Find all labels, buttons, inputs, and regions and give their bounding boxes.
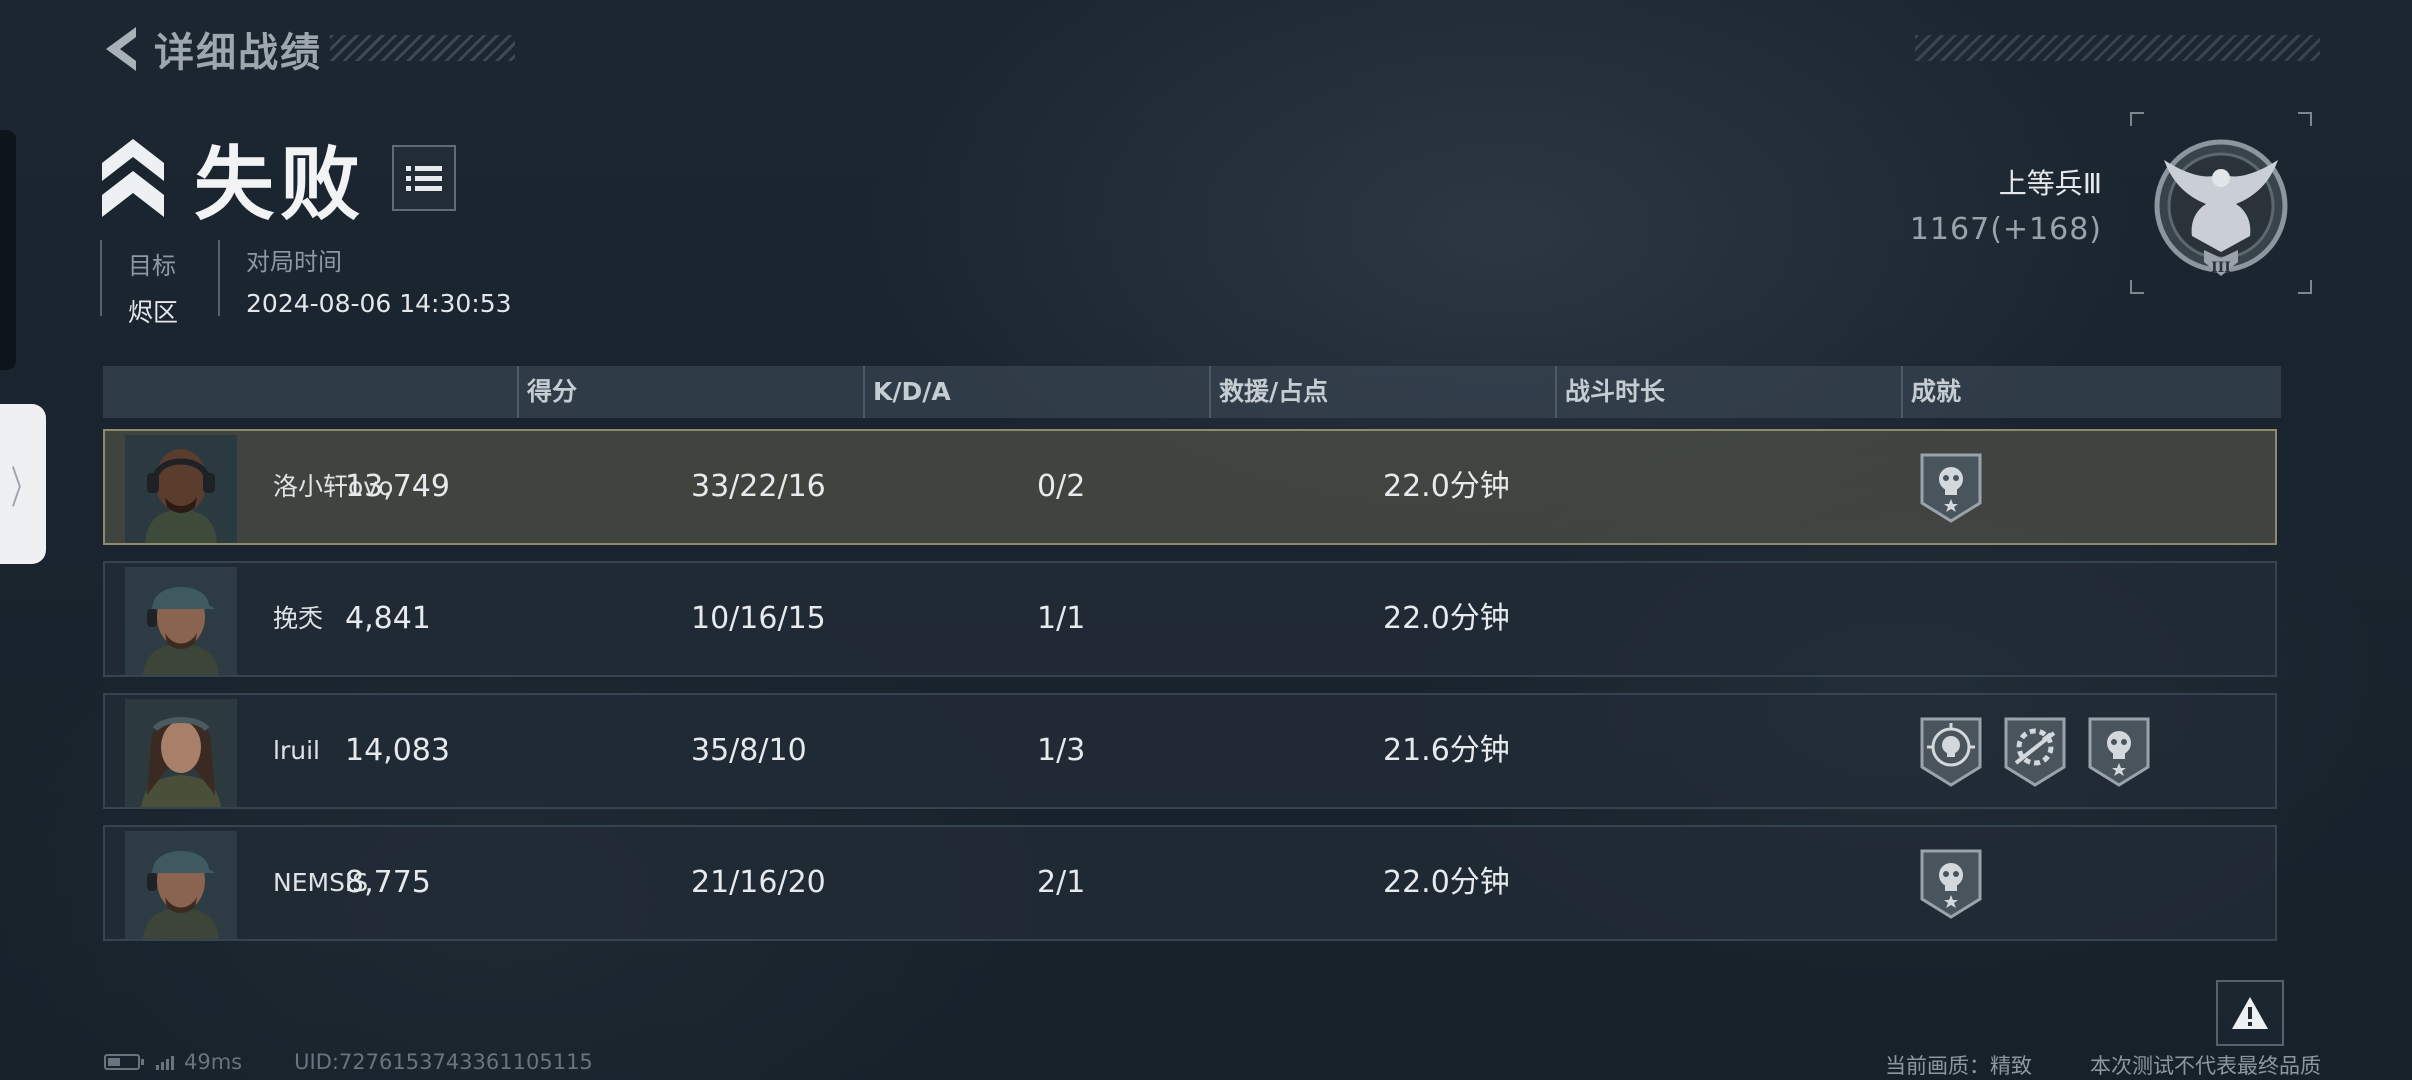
column-header-achievements: 成就: [1901, 366, 1961, 418]
disclaimer-text: 本次测试不代表最终品质: [2090, 1054, 2321, 1078]
back-button[interactable]: [100, 21, 144, 77]
avatar: [125, 435, 237, 543]
rank-info: 上等兵Ⅲ 1167(+168): [1910, 162, 2102, 247]
footer-notes: 当前画质：精致 本次测试不代表最终品质: [1885, 1050, 2321, 1080]
rank-emblem[interactable]: III: [2130, 112, 2312, 294]
rank-name: 上等兵Ⅲ: [1998, 167, 2102, 200]
rank-points: 1167(+168): [1909, 212, 2102, 247]
back-arrow-icon: [106, 27, 136, 71]
signal-icon: [156, 1054, 174, 1070]
svg-text:III: III: [2211, 260, 2231, 276]
player-score: 8,775: [345, 865, 431, 900]
table-row[interactable]: lruil 14,083 35/8/10 1/3 21.6分钟: [103, 693, 2277, 809]
skull-star-badge-icon[interactable]: [1918, 847, 1984, 919]
result-label: 失败: [194, 138, 366, 231]
header-bar: 详细战绩: [100, 20, 322, 78]
avatar: [125, 831, 237, 939]
skull-star-badge-icon[interactable]: [1918, 451, 1984, 523]
player-duration: 22.0分钟: [1383, 865, 1510, 900]
achievement-list: [1918, 715, 2152, 787]
list-icon: [406, 166, 442, 191]
player-rescue: 0/2: [1037, 469, 1086, 504]
column-header-kda: K/D/A: [863, 366, 951, 418]
crosshair-skull-badge-icon[interactable]: [1918, 715, 1984, 787]
table-row[interactable]: NEMSIS 8,775 21/16/20 2/1 22.0分钟: [103, 825, 2277, 941]
target-info: 目标 烬区: [100, 240, 178, 327]
status-bar: 49ms UID:7276153743361105115: [104, 1050, 593, 1074]
player-name: lruil: [273, 736, 320, 765]
player-duration: 21.6分钟: [1383, 733, 1510, 768]
player-kda: 10/16/15: [691, 601, 826, 636]
player-duration: 22.0分钟: [1383, 601, 1510, 636]
chevron-rank-icon: [102, 139, 164, 217]
table-header: 得分 K/D/A 救援/占点 战斗时长 成就: [103, 366, 2281, 418]
avatar: [125, 699, 237, 807]
player-rescue: 1/1: [1037, 601, 1086, 636]
player-kda: 21/16/20: [691, 865, 826, 900]
left-rail: [0, 130, 16, 370]
chevron-right-icon: 〉: [10, 463, 36, 514]
page-title: 详细战绩: [154, 30, 322, 76]
report-button[interactable]: [2216, 980, 2284, 1046]
player-kda: 33/22/16: [691, 469, 826, 504]
side-panel-toggle[interactable]: 〉: [0, 404, 46, 564]
match-time-value: 2024-08-06 14:30:53: [246, 289, 512, 318]
uid-text: UID:7276153743361105115: [294, 1050, 593, 1074]
battery-icon: [104, 1054, 144, 1070]
target-value: 烬区: [128, 298, 179, 327]
target-label: 目标: [128, 252, 176, 280]
player-score: 14,083: [345, 733, 450, 768]
header-decoration: [330, 35, 515, 61]
header-decoration: [1915, 35, 2320, 61]
column-header-score: 得分: [517, 366, 577, 418]
match-result: 失败: [100, 120, 456, 236]
table-row[interactable]: 挽秂 4,841 10/16/15 1/1 22.0分钟: [103, 561, 2277, 677]
player-rescue: 1/3: [1037, 733, 1086, 768]
table-row[interactable]: 洛小轩ovo 13,749 33/22/16 0/2 22.0分钟: [103, 429, 2277, 545]
warning-icon: [2232, 997, 2268, 1029]
gear-rifle-badge-icon[interactable]: [2002, 715, 2068, 787]
list-view-button[interactable]: [392, 145, 456, 211]
quality-label: 当前画质：精致: [1885, 1054, 2032, 1078]
achievement-list: [1918, 847, 1984, 919]
column-header-duration: 战斗时长: [1555, 366, 1665, 418]
match-time-label: 对局时间: [246, 248, 343, 276]
player-name: 挽秂: [273, 604, 324, 633]
achievement-list: [1918, 451, 1984, 523]
skull-star-badge-icon[interactable]: [2086, 715, 2152, 787]
player-rescue: 2/1: [1037, 865, 1086, 900]
eagle-rank-icon: III: [2154, 139, 2288, 276]
ping-value: 49ms: [184, 1050, 243, 1074]
player-kda: 35/8/10: [691, 733, 807, 768]
avatar: [125, 567, 237, 675]
match-time-info: 对局时间 2024-08-06 14:30:53: [218, 240, 512, 318]
player-score: 13,749: [345, 469, 450, 504]
match-meta: 目标 烬区 对局时间 2024-08-06 14:30:53: [100, 240, 512, 327]
player-duration: 22.0分钟: [1383, 469, 1510, 504]
column-header-rescue: 救援/占点: [1209, 366, 1328, 418]
player-score: 4,841: [345, 601, 431, 636]
